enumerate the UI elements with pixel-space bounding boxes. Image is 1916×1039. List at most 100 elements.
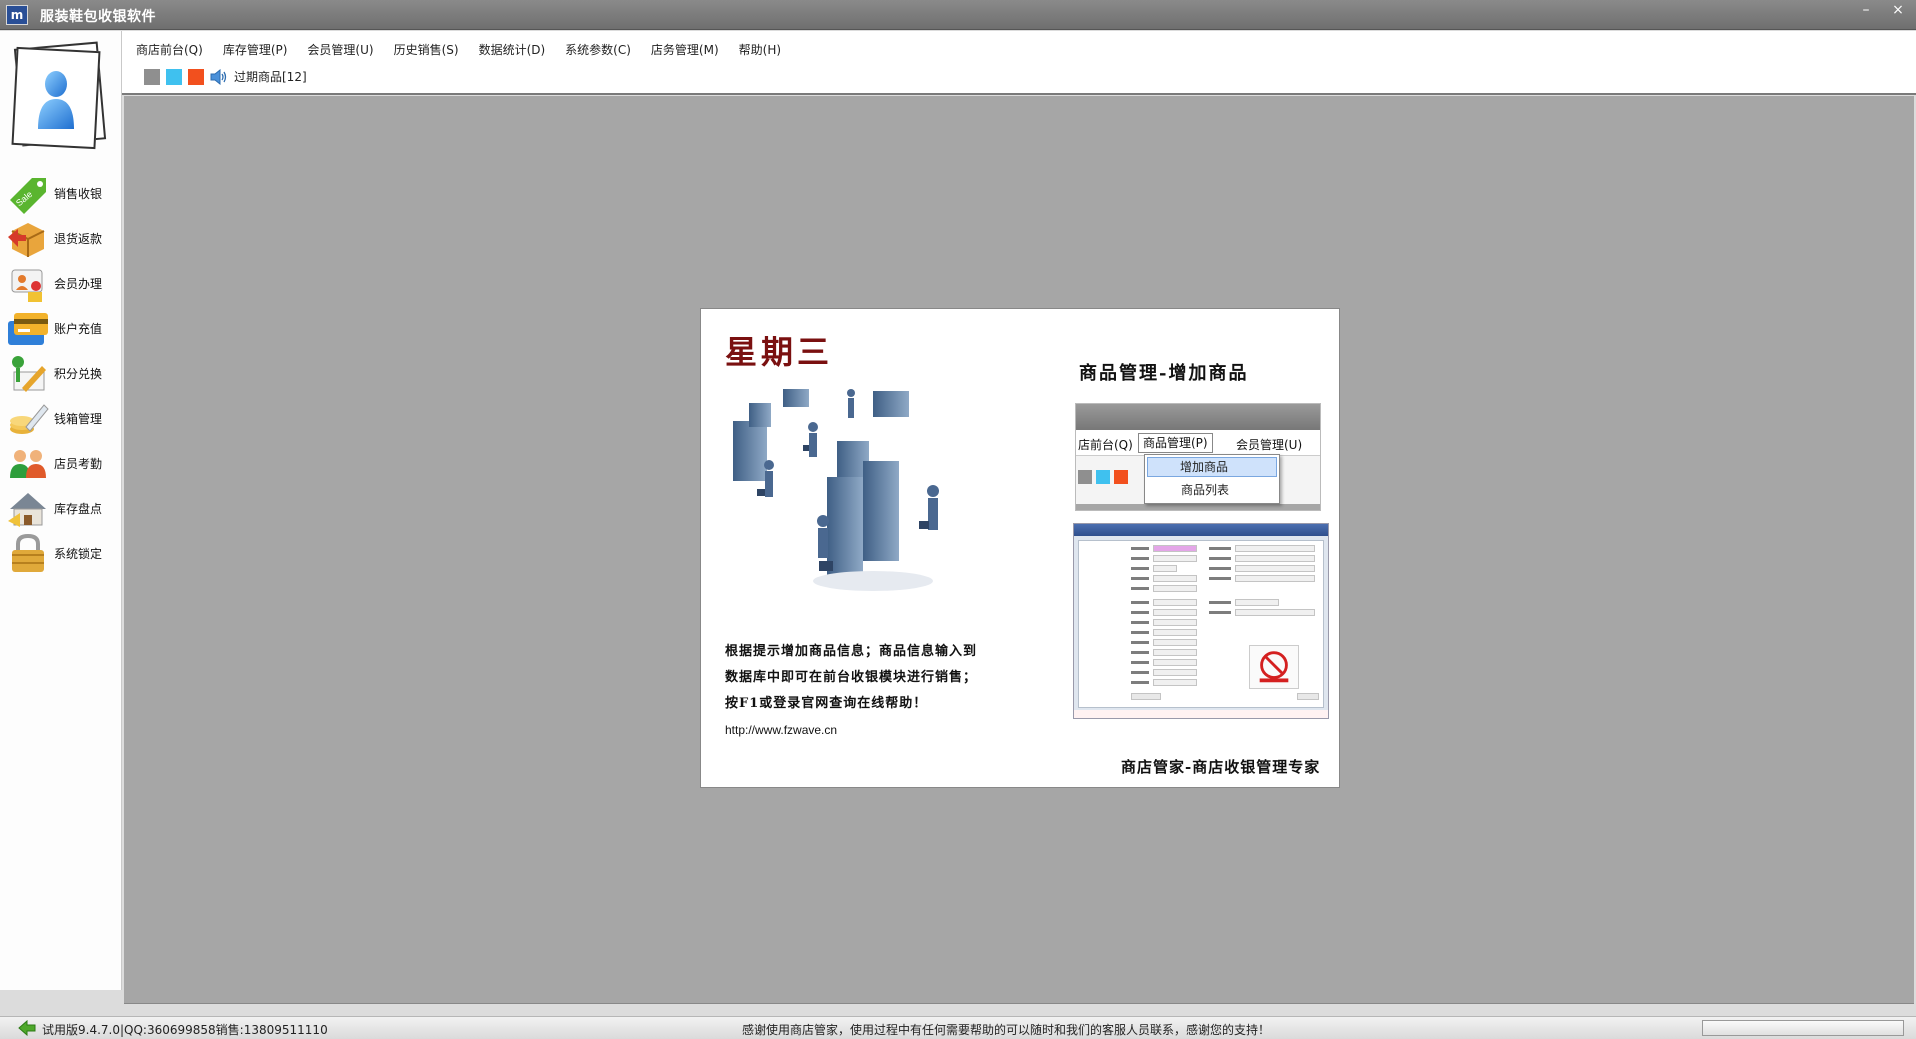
mini-dropdown-item: 商品列表: [1181, 483, 1230, 497]
return-box-icon: [8, 223, 45, 257]
status-progress-bar: [1702, 1020, 1904, 1036]
gray-theme-swatch[interactable]: [144, 68, 160, 85]
mini-field: [1153, 629, 1197, 636]
mini-field: [1235, 545, 1315, 552]
website-link[interactable]: http://www.fzwave.cn: [725, 717, 977, 743]
mini-form-footer: [1074, 710, 1328, 718]
sidebar-item-label: 积分兑换: [54, 367, 103, 381]
sidebar-item-label: 会员办理: [54, 277, 103, 291]
mini-label: [1131, 641, 1149, 644]
mini-label: [1131, 567, 1149, 570]
sidebar-item-lock[interactable]: 系统锁定: [4, 528, 120, 578]
sidebar-item-inventory[interactable]: 库存盘点: [4, 483, 120, 533]
mini-label: [1209, 611, 1231, 614]
status-bar: 试用版9.4.7.0|QQ:360699858销售:13809511110 感谢…: [0, 1016, 1916, 1039]
thank-you-message: 感谢使用商店管家，使用过程中有任何需要帮助的可以随时和我们的客服人员联系，感谢您…: [742, 1023, 1271, 1037]
mini-dropdown-selected: 增加商品: [1147, 457, 1277, 477]
menubar-area: 商店前台(Q) 库存管理(P) 会员管理(U) 历史销售(S) 数据统计(D) …: [122, 31, 1916, 95]
mini-field: [1153, 669, 1197, 676]
sidebar-item-cashbox[interactable]: 钱箱管理: [4, 393, 120, 443]
form-screenshot: [1073, 523, 1329, 719]
version-info: 试用版9.4.7.0|QQ:360699858销售:13809511110: [42, 1023, 328, 1037]
staff-attendance-icon: [10, 450, 46, 478]
sidebar-item-sale[interactable]: Sale 销售收银: [4, 168, 120, 218]
sidebar-item-label: 店员考勤: [54, 457, 103, 471]
mini-label: [1131, 611, 1149, 614]
mini-label: [1209, 547, 1231, 550]
tip-card: 星期三 商品管理-增加商品 根据提示增加商品信息；商品信息输入到 数据库中即可在…: [700, 308, 1340, 788]
menu-store-affairs[interactable]: 店务管理(M): [651, 41, 719, 58]
mini-label: [1131, 681, 1149, 684]
blue-theme-swatch[interactable]: [166, 68, 182, 85]
mini-label: [1131, 621, 1149, 624]
tip-line: 数据库中即可在前台收银模块进行销售；: [725, 670, 978, 685]
sidebar-item-label: 钱箱管理: [54, 412, 103, 426]
business-people-illustration: [733, 389, 939, 591]
sidebar-item-attendance[interactable]: 店员考勤: [4, 438, 120, 488]
tip-text: 根据提示增加商品信息；商品信息输入到 数据库中即可在前台收银模块进行销售； 按F…: [725, 639, 977, 743]
mini-menu-item: 店前台(Q): [1078, 438, 1133, 452]
mini-button: [1131, 693, 1161, 700]
sale-tag-icon: Sale: [10, 178, 46, 214]
mini-form-titlebar: [1074, 524, 1328, 536]
orange-theme-swatch[interactable]: [188, 68, 204, 85]
mini-field: [1235, 609, 1315, 616]
menu-system-params[interactable]: 系统参数(C): [565, 41, 631, 58]
sidebar-item-label: 销售收银: [54, 187, 103, 201]
menu-sales-history[interactable]: 历史销售(S): [394, 41, 459, 58]
user-avatar-icon[interactable]: [10, 41, 107, 150]
mini-swatch: [1078, 470, 1092, 484]
menu-inventory[interactable]: 库存管理(P): [223, 41, 288, 58]
mini-content: [1076, 504, 1320, 510]
sidebar-item-return[interactable]: 退货返款: [4, 213, 120, 263]
menu-screenshot: 店前台(Q) 商品管理(P) 会员管理(U) 增加商品 商品列表: [1075, 403, 1321, 511]
menu-store-front[interactable]: 商店前台(Q): [136, 41, 203, 58]
mini-button: [1297, 693, 1319, 700]
lock-icon: [12, 533, 44, 572]
menu-member[interactable]: 会员管理(U): [307, 41, 373, 58]
mini-titlebar: [1076, 404, 1320, 430]
sidebar: Sale 销售收银 退货返款 会员办理 账户充值 积分兑换 钱箱管理 店员考勤 …: [0, 31, 122, 990]
tip-heading: 商品管理-增加商品: [1079, 363, 1249, 384]
mini-field: [1153, 649, 1197, 656]
back-arrow-icon[interactable]: [18, 1020, 36, 1036]
mini-label: [1131, 557, 1149, 560]
speaker-icon[interactable]: [210, 68, 228, 85]
minimize-button[interactable]: –: [1853, 2, 1879, 20]
mini-field: [1235, 575, 1315, 582]
mini-field: [1153, 575, 1197, 582]
mini-label: [1209, 577, 1231, 580]
sidebar-item-label: 系统锁定: [54, 547, 103, 561]
mini-field: [1235, 565, 1315, 572]
mini-field: [1235, 555, 1315, 562]
person-icon: [38, 71, 74, 129]
title-bar: m 服装鞋包收银软件 – ×: [0, 0, 1916, 30]
sidebar-item-label: 退货返款: [54, 232, 103, 246]
mini-label: [1209, 557, 1231, 560]
mini-label: [1131, 631, 1149, 634]
mini-field: [1153, 555, 1197, 562]
mini-label: [1209, 601, 1231, 604]
sidebar-item-member[interactable]: 会员办理: [4, 258, 120, 308]
no-image-icon: [1249, 645, 1299, 689]
mini-label: [1131, 587, 1149, 590]
menu-help[interactable]: 帮助(H): [739, 41, 781, 58]
card-recharge-icon: [8, 313, 48, 345]
expired-goods-link[interactable]: 过期商品[12]: [234, 68, 307, 85]
mini-form-body: [1078, 540, 1324, 708]
sidebar-item-recharge[interactable]: 账户充值: [4, 303, 120, 353]
menu-statistics[interactable]: 数据统计(D): [479, 41, 546, 58]
mini-label: [1209, 567, 1231, 570]
mini-menu-item-active: 商品管理(P): [1138, 433, 1213, 453]
close-button[interactable]: ×: [1885, 2, 1911, 20]
mini-field: [1153, 565, 1177, 572]
mini-field: [1153, 609, 1197, 616]
main-menu: 商店前台(Q) 库存管理(P) 会员管理(U) 历史销售(S) 数据统计(D) …: [136, 41, 781, 58]
mini-field: [1153, 679, 1197, 686]
mini-label: [1131, 577, 1149, 580]
mini-dropdown: 增加商品 商品列表: [1144, 454, 1280, 504]
mini-field: [1153, 585, 1197, 592]
sidebar-item-points[interactable]: 积分兑换: [4, 348, 120, 398]
tip-line: 按F1或登录官网查询在线帮助！: [725, 696, 928, 711]
mini-field: [1153, 545, 1197, 552]
